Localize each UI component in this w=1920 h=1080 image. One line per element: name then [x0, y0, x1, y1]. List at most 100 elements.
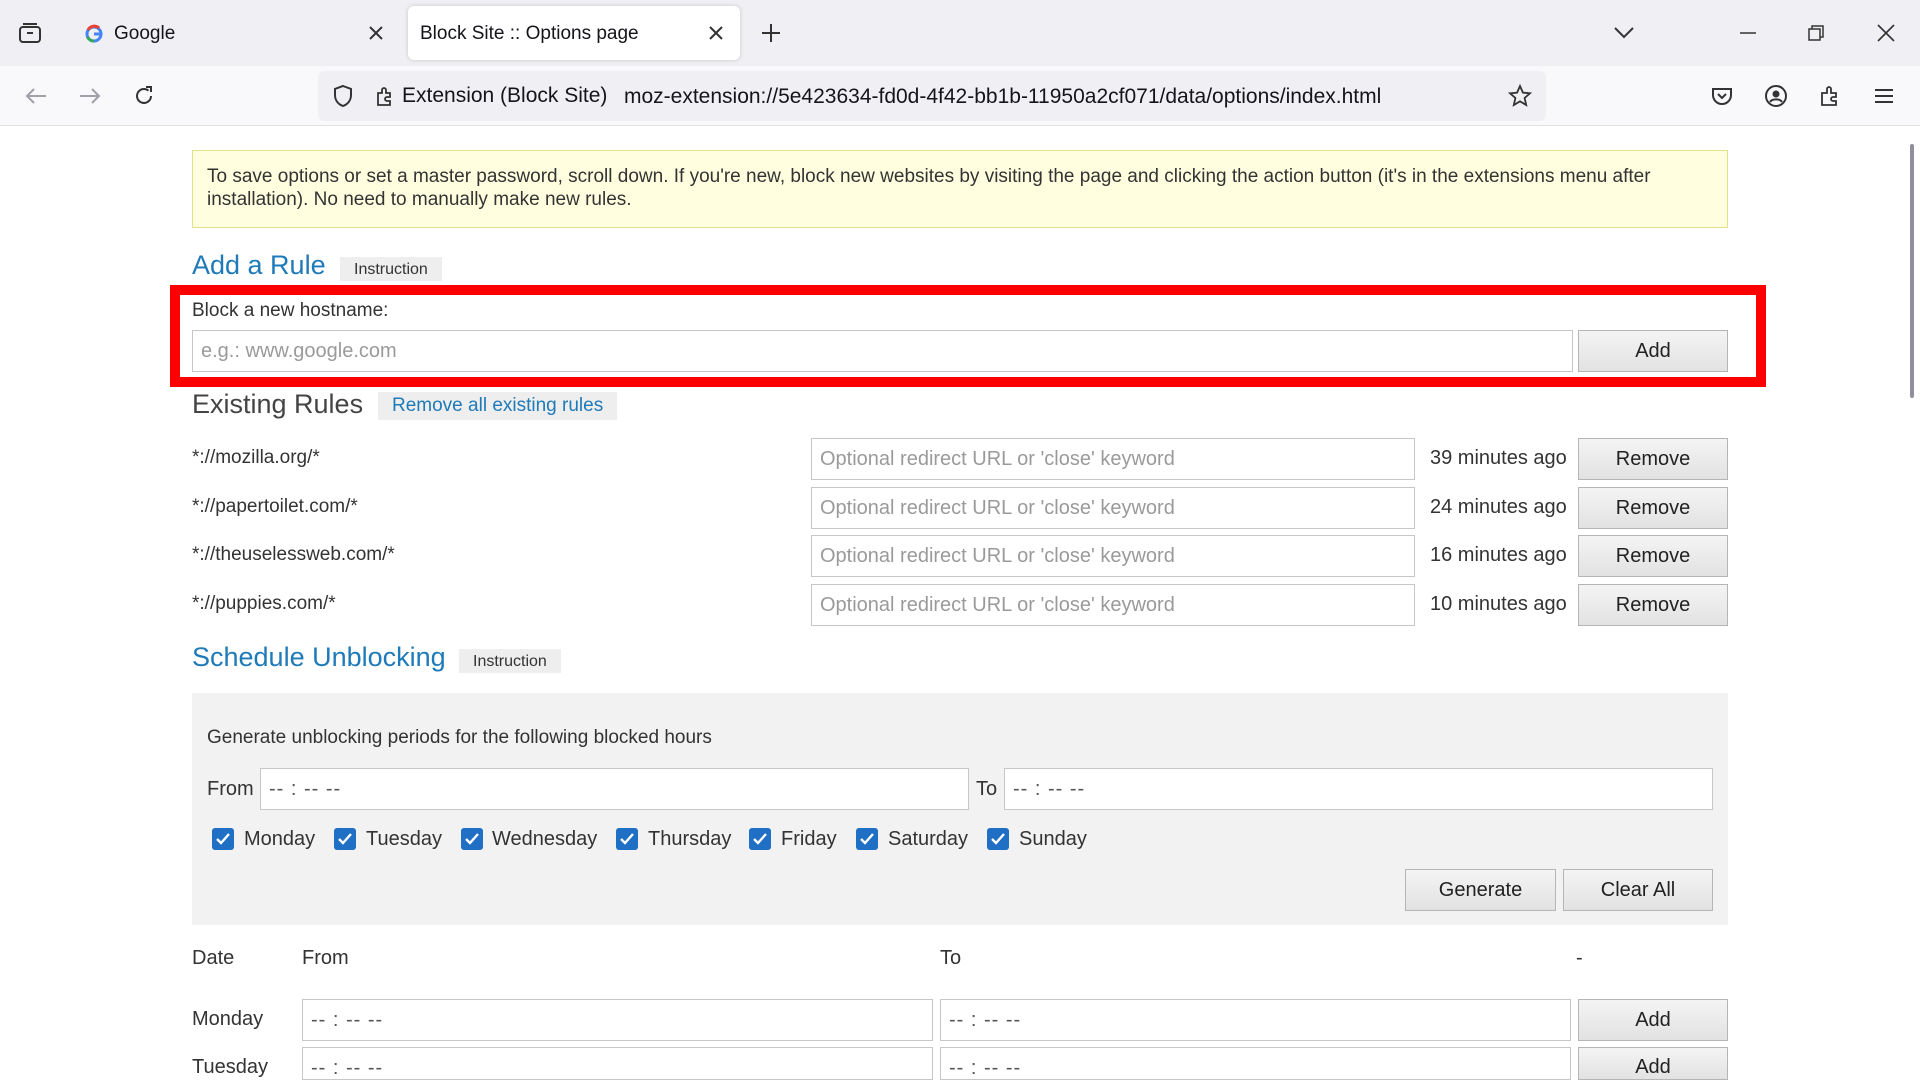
list-all-tabs-button[interactable] — [1606, 16, 1642, 50]
generate-button[interactable]: Generate — [1405, 869, 1556, 911]
new-hostname-label: Block a new hostname: — [192, 300, 389, 321]
tab-list-icon — [19, 23, 41, 43]
add-rule-instruction-button[interactable]: Instruction — [340, 257, 442, 281]
reload-button[interactable] — [126, 78, 162, 114]
redirect-url-input[interactable]: Optional redirect URL or 'close' keyword — [811, 535, 1415, 577]
tab-block-site-options[interactable]: Block Site :: Options page — [408, 6, 740, 60]
add-rule-button[interactable]: Add — [1578, 330, 1728, 372]
monday-checkbox[interactable] — [212, 828, 234, 850]
tuesday-checkbox[interactable] — [334, 828, 356, 850]
redirect-url-input[interactable]: Optional redirect URL or 'close' keyword — [811, 487, 1415, 529]
arrow-right-icon — [80, 88, 101, 104]
minimize-icon — [1740, 32, 1756, 34]
chevron-down-icon — [1614, 27, 1634, 39]
hamburger-menu-icon — [1875, 89, 1893, 103]
close-tab-button[interactable] — [704, 21, 728, 45]
period-to-input[interactable]: -- : -- -- — [940, 999, 1571, 1041]
close-window-button[interactable] — [1868, 16, 1904, 50]
rule-hostname: *://theuselessweb.com/* — [192, 544, 395, 565]
extension-identity-chip[interactable]: Extension (Block Site) — [368, 77, 607, 115]
remove-rule-button[interactable]: Remove — [1578, 487, 1728, 529]
forward-button[interactable] — [72, 78, 108, 114]
sunday-label[interactable]: Sunday — [1019, 828, 1087, 851]
arrow-left-icon — [25, 88, 46, 104]
rule-age: 24 minutes ago — [1430, 496, 1567, 518]
add-period-button[interactable]: Add — [1578, 1047, 1728, 1080]
add-period-button[interactable]: Add — [1578, 999, 1728, 1041]
redirect-url-input[interactable]: Optional redirect URL or 'close' keyword — [811, 438, 1415, 480]
existing-rules-heading: Existing Rules — [192, 389, 364, 419]
schedule-instruction-button[interactable]: Instruction — [459, 649, 561, 673]
add-rule-heading: Add a Rule — [192, 250, 326, 280]
friday-label[interactable]: Friday — [781, 828, 837, 851]
saturday-checkbox[interactable] — [856, 828, 878, 850]
schedule-unblocking-heading: Schedule Unblocking — [192, 642, 446, 672]
bookmark-star-icon[interactable] — [1506, 82, 1534, 110]
minimize-button[interactable] — [1730, 16, 1766, 50]
saturday-label[interactable]: Saturday — [888, 828, 968, 851]
remove-rule-button[interactable]: Remove — [1578, 438, 1728, 480]
restore-button[interactable] — [1798, 16, 1834, 50]
to-time-input[interactable]: -- : -- -- — [1004, 768, 1713, 810]
url-bar[interactable]: Extension (Block Site) moz-extension://5… — [318, 71, 1546, 121]
period-from-input[interactable]: -- : -- -- — [302, 1047, 933, 1080]
pocket-button[interactable] — [1704, 78, 1740, 114]
checkmark-icon — [216, 833, 230, 845]
wednesday-label[interactable]: Wednesday — [492, 828, 597, 851]
sunday-checkbox[interactable] — [987, 828, 1009, 850]
period-to-input[interactable]: -- : -- -- — [940, 1047, 1571, 1080]
close-icon — [1877, 24, 1895, 42]
wednesday-checkbox[interactable] — [461, 828, 483, 850]
account-button[interactable] — [1758, 78, 1794, 114]
from-time-input[interactable]: -- : -- -- — [260, 768, 969, 810]
period-day-label: Tuesday — [192, 1056, 268, 1078]
remove-rule-button[interactable]: Remove — [1578, 584, 1728, 626]
monday-label[interactable]: Monday — [244, 828, 315, 851]
puzzle-icon — [1821, 86, 1837, 106]
redirect-url-input[interactable]: Optional redirect URL or 'close' keyword — [811, 584, 1415, 626]
close-icon — [369, 26, 383, 40]
new-hostname-input[interactable]: e.g.: www.google.com — [192, 330, 1573, 372]
rule-hostname: *://papertoilet.com/* — [192, 496, 358, 517]
close-tab-button[interactable] — [364, 21, 388, 45]
checkmark-icon — [465, 833, 479, 845]
shield-icon[interactable] — [328, 82, 358, 110]
period-day-label: Monday — [192, 1008, 264, 1030]
notice-banner: To save options or set a master password… — [192, 150, 1728, 228]
page-scrollbar[interactable] — [1910, 144, 1914, 398]
friday-checkbox[interactable] — [749, 828, 771, 850]
rule-hostname: *://puppies.com/* — [192, 593, 336, 614]
clear-all-button[interactable]: Clear All — [1563, 869, 1713, 911]
to-column-header: To — [940, 947, 962, 969]
from-label: From — [207, 778, 254, 800]
new-tab-button[interactable] — [756, 18, 786, 48]
checkmark-icon — [338, 833, 352, 845]
checkmark-icon — [620, 833, 634, 845]
remove-all-rules-button[interactable]: Remove all existing rules — [378, 392, 618, 420]
rule-age: 10 minutes ago — [1430, 593, 1567, 615]
thursday-checkbox[interactable] — [616, 828, 638, 850]
checkmark-icon — [860, 833, 874, 845]
navigation-bar: Extension (Block Site) moz-extension://5… — [0, 66, 1920, 126]
tab-list-button[interactable] — [12, 17, 48, 49]
tab-title: Block Site :: Options page — [420, 23, 639, 44]
url-text[interactable]: moz-extension://5e423634-fd0d-4f42-bb1b-… — [624, 85, 1381, 109]
account-icon — [1765, 85, 1787, 107]
tab-bar: Google Block Site :: Options page — [0, 0, 1920, 66]
checkmark-icon — [753, 833, 767, 845]
schedule-description: Generate unblocking periods for the foll… — [207, 727, 712, 748]
rule-age: 39 minutes ago — [1430, 447, 1567, 469]
tab-google[interactable]: Google — [70, 6, 400, 60]
thursday-label[interactable]: Thursday — [648, 828, 731, 851]
close-icon — [709, 26, 723, 40]
period-from-input[interactable]: -- : -- -- — [302, 999, 933, 1041]
puzzle-icon — [377, 87, 391, 106]
google-icon — [84, 24, 104, 44]
remove-rule-button[interactable]: Remove — [1578, 535, 1728, 577]
menu-button[interactable] — [1866, 78, 1902, 114]
actions-column-header: - — [1576, 947, 1583, 969]
back-button[interactable] — [18, 78, 54, 114]
extensions-button[interactable] — [1812, 78, 1848, 114]
tuesday-label[interactable]: Tuesday — [366, 828, 442, 851]
reload-icon — [136, 86, 152, 104]
